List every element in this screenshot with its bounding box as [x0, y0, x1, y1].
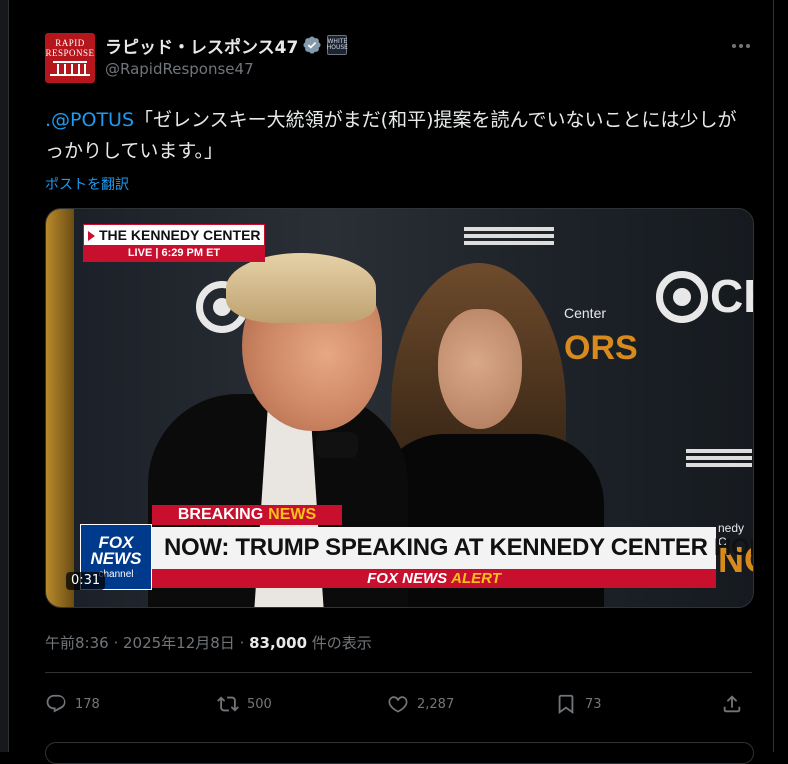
scrollbar[interactable]	[773, 0, 788, 752]
post-meta: 午前8:36 · 2025年12月8日 · 83,000 件の表示	[45, 632, 372, 653]
alert-banner: FOX NEWS ALERT	[152, 569, 716, 588]
reply-icon	[46, 694, 66, 713]
headline-text: NOW: TRUMP SPEAKING AT KENNEDY CENTER HO…	[164, 534, 754, 561]
alert-source: FOX NEWS	[367, 570, 448, 587]
bg-cbs-text: CBS	[710, 270, 753, 322]
location-tag-title: THE KENNEDY CENTER	[88, 227, 261, 243]
meta-separator: ·	[234, 634, 250, 652]
kennedy-logo-icon	[464, 227, 554, 257]
left-column-edge	[0, 0, 9, 752]
video-gold-panel	[46, 209, 74, 607]
gov-badge-icon[interactable]: WHITE HOUSE	[326, 35, 348, 55]
post-body: 「ゼレンスキー大統領がまだ(和平)提案を読んでいないことには少しがっかりしていま…	[45, 109, 737, 162]
repost-count: 500	[247, 696, 272, 712]
bg-center-text: Center	[564, 305, 607, 321]
video-player[interactable]: CBS ORS Center nedy C NOF THE KENNEDY CE…	[45, 208, 754, 608]
post-card[interactable]: RAPID RESPONSE ラピッド・レスポンス47 WHITE HOUSE …	[28, 0, 768, 764]
reply-count: 178	[75, 696, 100, 712]
location-tag: THE KENNEDY CENTER LIVE | 6:29 PM ET	[83, 224, 265, 262]
verified-icon[interactable]	[302, 35, 322, 55]
avatar-logo-text: RAPID RESPONSE	[45, 38, 95, 58]
bg-honors-text: ORS	[564, 329, 638, 367]
bookmark-icon	[558, 694, 574, 715]
post-text: .@POTUS「ゼレンスキー大統領がまだ(和平)提案を読んでいないことには少しが…	[45, 105, 755, 167]
like-count: 2,287	[417, 696, 455, 712]
reply-composer[interactable]	[45, 742, 754, 764]
video-person-man-hair	[226, 253, 376, 323]
translate-link[interactable]: ポストを翻訳	[45, 174, 129, 194]
fox-logo-news: NEWS	[90, 548, 142, 568]
view-label: 件の表示	[307, 634, 372, 652]
more-icon[interactable]	[729, 36, 753, 56]
alert-label: ALERT	[451, 570, 501, 587]
bookmark-count: 73	[585, 696, 602, 712]
meta-separator: ·	[108, 634, 123, 652]
like-button[interactable]: 2,287	[387, 688, 454, 720]
news-label: NEWS	[268, 506, 317, 523]
post-time[interactable]: 午前8:36	[45, 634, 109, 652]
kennedy-logo-icon	[686, 449, 752, 479]
view-count: 83,000	[249, 634, 308, 652]
repost-button[interactable]: 500	[217, 688, 272, 720]
live-time-label: LIVE | 6:29 PM ET	[84, 245, 264, 261]
author-handle[interactable]: @RapidResponse47	[105, 60, 254, 78]
author-display-name[interactable]: ラピッド・レスポンス47	[105, 33, 298, 58]
post-date[interactable]: 2025年12月8日	[123, 634, 235, 652]
repost-icon	[217, 696, 239, 712]
reply-button[interactable]: 178	[45, 688, 100, 720]
breaking-label: BREAKING	[177, 506, 264, 523]
avatar-base	[50, 74, 90, 76]
cbs-logo-icon	[656, 271, 708, 323]
share-icon	[723, 695, 741, 713]
divider	[45, 672, 752, 673]
action-bar: 178 500 2,287 73	[45, 688, 752, 720]
video-timer: 0:31	[66, 572, 106, 590]
avatar-building-icon	[53, 61, 87, 75]
author-name-row[interactable]: ラピッド・レスポンス47 WHITE HOUSE	[105, 33, 348, 58]
breaking-news-banner: BREAKING NEWS	[152, 505, 342, 525]
avatar[interactable]: RAPID RESPONSE	[45, 33, 95, 83]
video-person-woman-face	[438, 309, 522, 429]
like-icon	[388, 696, 408, 713]
bookmark-button[interactable]: 73	[555, 688, 602, 720]
mention-link[interactable]: .@POTUS	[45, 109, 134, 131]
gov-badge-text: WHITE HOUSE	[326, 38, 348, 51]
headline-banner: NOW: TRUMP SPEAKING AT KENNEDY CENTER HO…	[152, 527, 753, 569]
share-button[interactable]	[721, 688, 743, 720]
video-person-man-tie	[316, 432, 358, 458]
